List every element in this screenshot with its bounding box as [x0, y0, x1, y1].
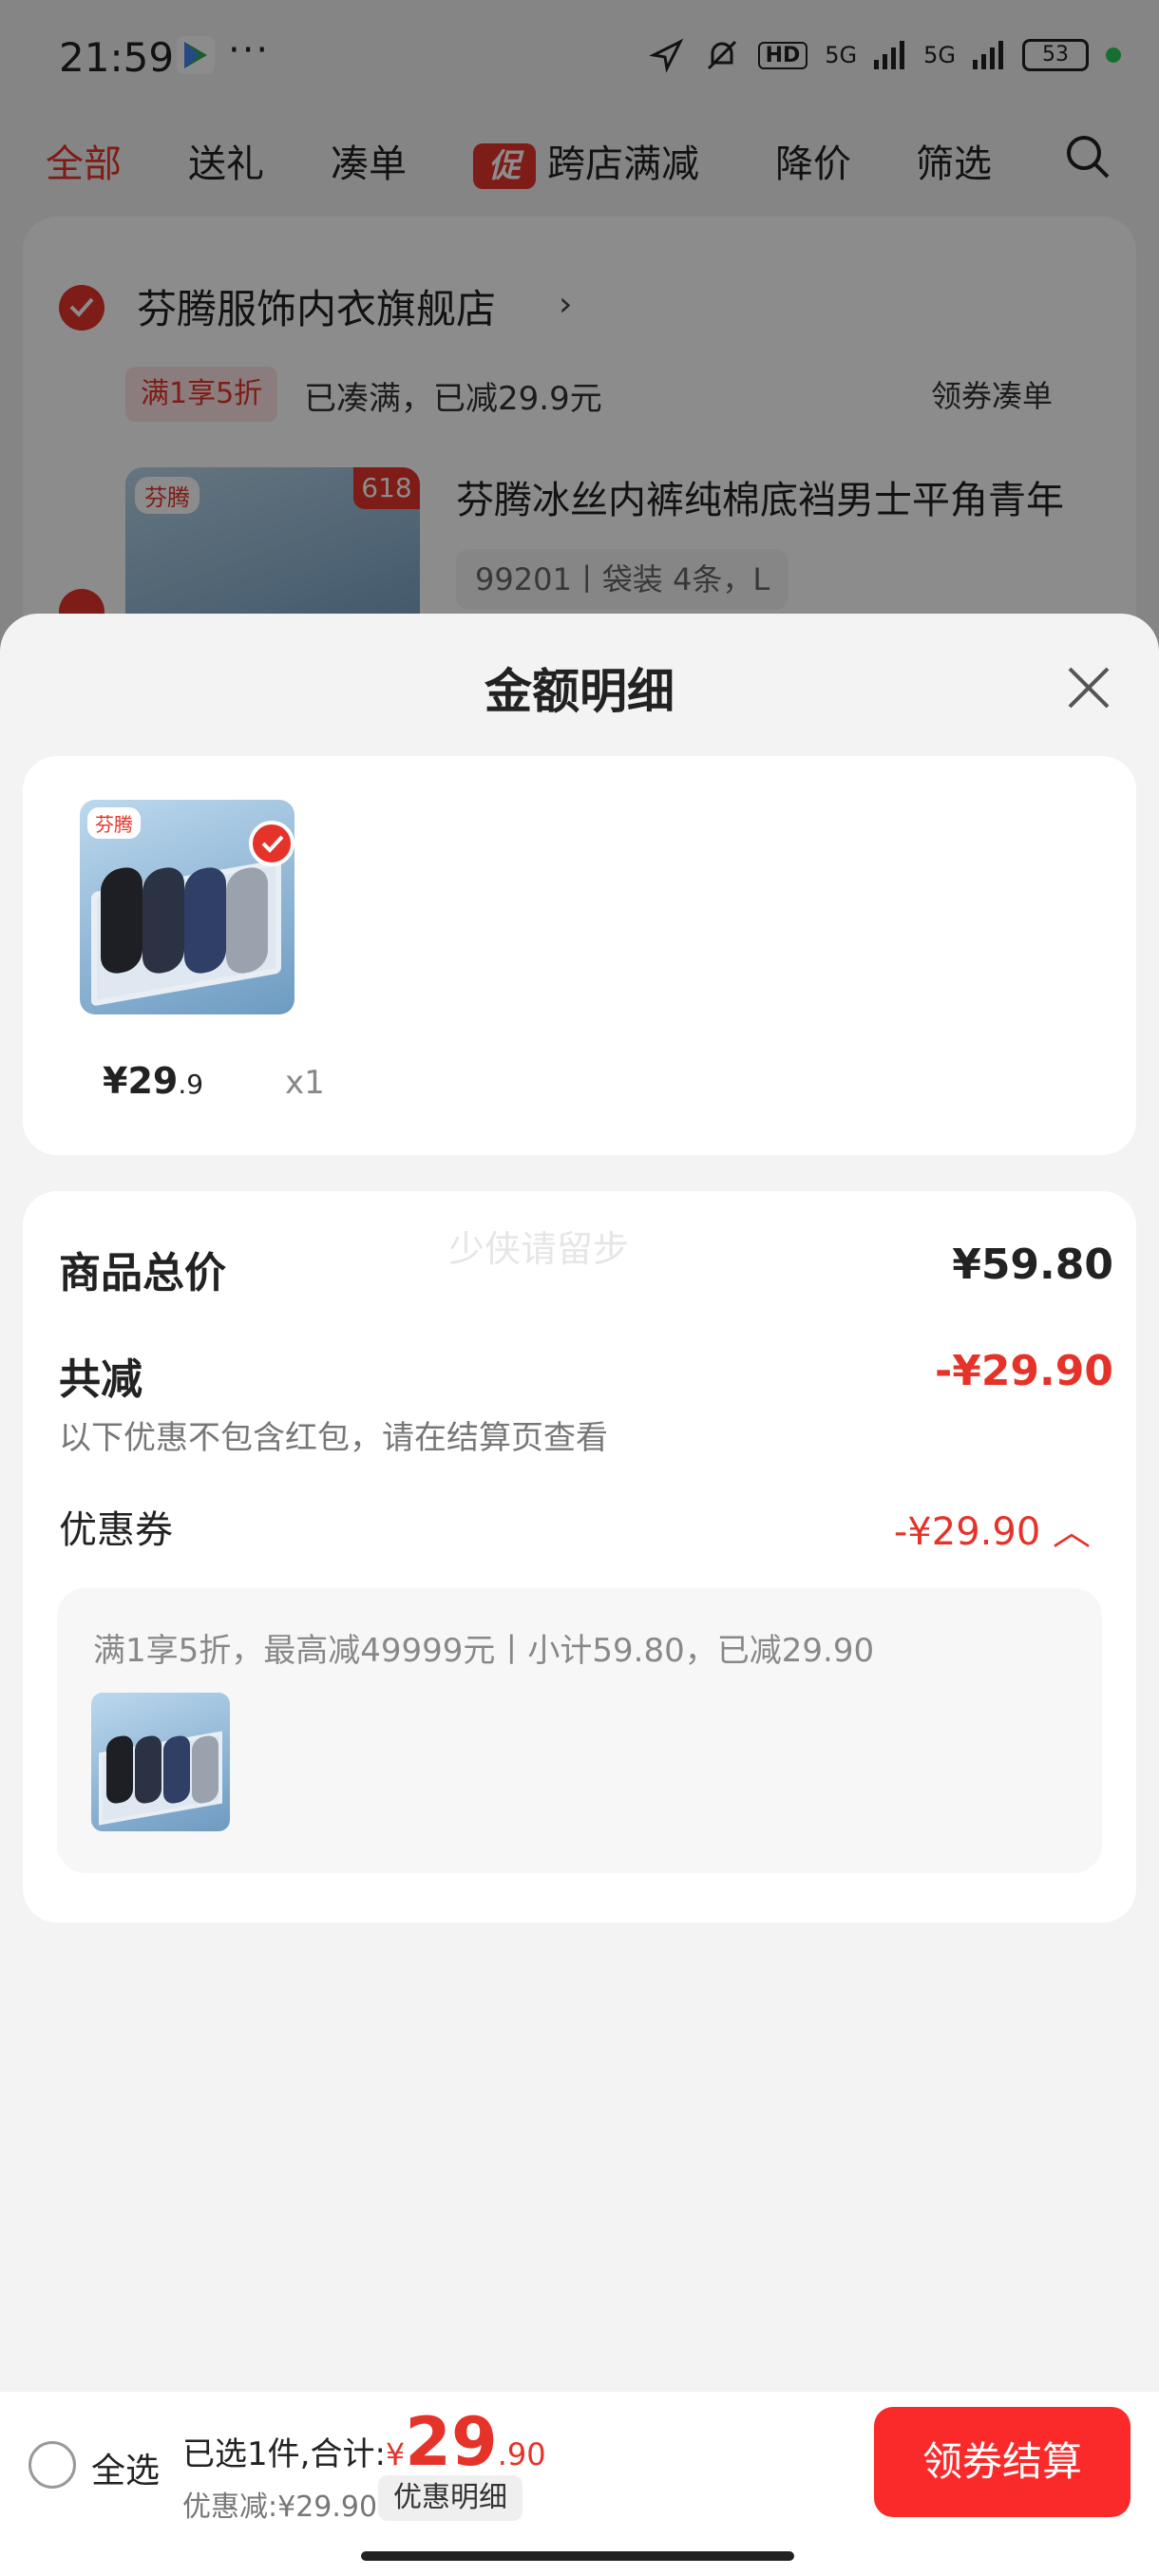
- product-item-shape: [101, 864, 142, 976]
- summary-total-dec: .90: [497, 2436, 546, 2472]
- total-reduce-label: 共减: [59, 1355, 142, 1404]
- product-item-shape: [106, 1733, 133, 1806]
- coupon-label: 优惠券: [59, 1508, 173, 1552]
- coupon-amount-value: -¥29.90: [893, 1510, 1041, 1554]
- select-all-checkbox[interactable]: [28, 2441, 76, 2489]
- checkout-button[interactable]: 领券结算: [874, 2407, 1130, 2517]
- product-item-shape: [184, 864, 226, 976]
- selected-goods-card: 芬腾 ¥29.9 x1: [23, 756, 1136, 1155]
- close-icon[interactable]: [1060, 659, 1117, 716]
- summary-currency: ¥: [385, 2436, 406, 2472]
- total-price-amount: ¥59.80: [952, 1241, 1113, 1289]
- discount-line: 优惠减:¥29.90: [182, 2491, 378, 2524]
- product-item-shape: [163, 1733, 190, 1806]
- total-reduce-amount: -¥29.90: [934, 1347, 1113, 1395]
- goods-price-dec: .9: [178, 1069, 204, 1100]
- goods-price-int: ¥29: [103, 1060, 179, 1102]
- discount-detail-button[interactable]: 优惠明细: [378, 2475, 522, 2521]
- brand-logo: 芬腾: [87, 807, 141, 839]
- product-item-shape: [135, 1733, 162, 1806]
- product-item-shape: [142, 864, 184, 976]
- summary-total-int: 29: [405, 2403, 498, 2481]
- selected-summary: 已选1件,合计:¥29.90: [182, 2403, 546, 2481]
- reduce-note: 以下优惠不包含红包，请在结算页查看: [59, 1419, 608, 1457]
- home-indicator[interactable]: [361, 2551, 794, 2561]
- price-detail-card: 少侠请留步 商品总价 ¥59.80 共减 -¥29.90 以下优惠不包含红包，请…: [23, 1191, 1136, 1923]
- amount-detail-sheet: 金额明细 芬腾 ¥29.9 x1 少侠请留步 商品总价 ¥59.80 共减 -¥…: [0, 614, 1159, 2576]
- coupon-detail-box: 满1享5折，最高减49999元丨小计59.80，已减29.90: [57, 1588, 1102, 1873]
- summary-prefix: 已选1件,合计:: [182, 2435, 386, 2473]
- watermark-text: 少侠请留步: [448, 1228, 630, 1270]
- modal-dim-overlay[interactable]: [0, 0, 1159, 665]
- coupon-description: 满1享5折，最高减49999元丨小计59.80，已减29.90: [93, 1632, 875, 1670]
- chevron-up-icon: ︿: [1053, 1510, 1091, 1554]
- goods-price: ¥29.9: [103, 1060, 203, 1102]
- goods-quantity: x1: [285, 1064, 325, 1102]
- coupon-amount[interactable]: -¥29.90 ︿: [894, 1501, 1091, 1556]
- coupon-goods-image: [91, 1693, 230, 1831]
- product-item-shape: [226, 864, 268, 976]
- sheet-title: 金额明细: [484, 664, 674, 719]
- goods-check-icon[interactable]: [249, 821, 294, 866]
- total-price-label: 商品总价: [59, 1249, 226, 1297]
- select-all-label[interactable]: 全选: [91, 2443, 160, 2492]
- checkout-bar: 全选 已选1件,合计:¥29.90 优惠减:¥29.90 优惠明细 领券结算: [0, 2392, 1159, 2576]
- product-item-shape: [192, 1733, 218, 1806]
